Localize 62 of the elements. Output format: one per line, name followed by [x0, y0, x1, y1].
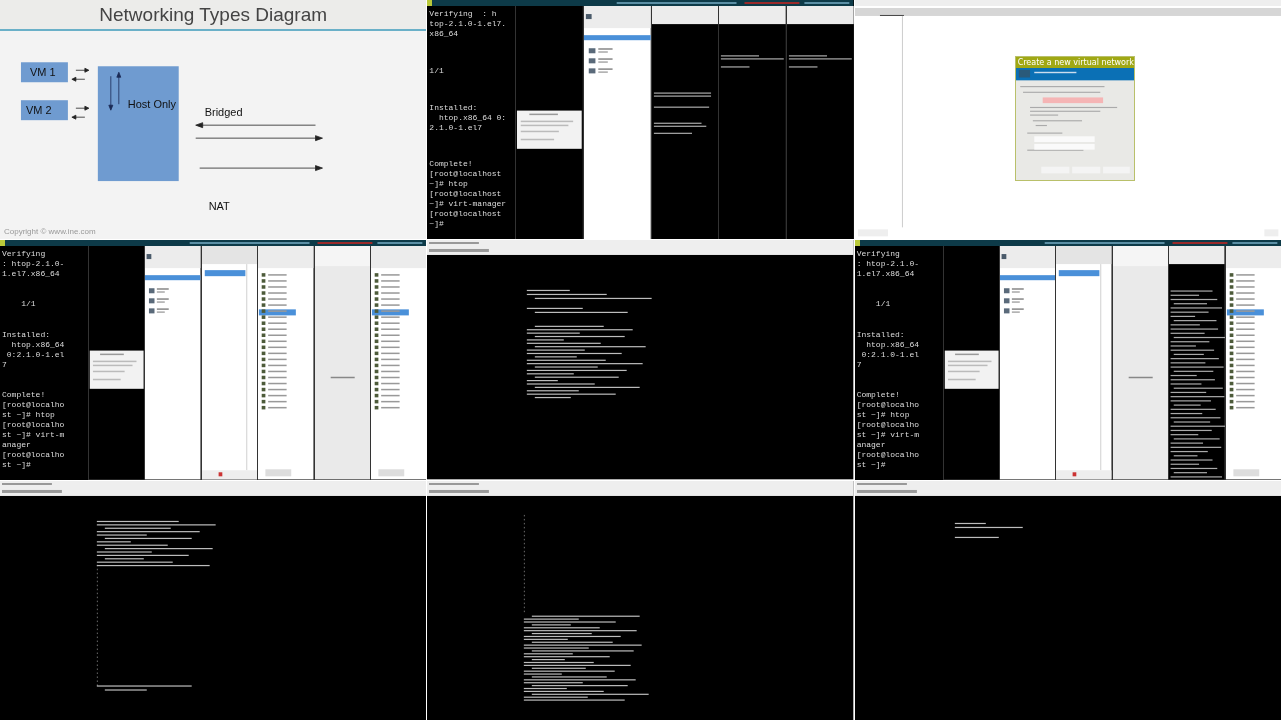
terminal-line: [root@localho [2, 449, 65, 460]
terminal-line: : htop-2.1.0- [2, 259, 65, 270]
copyright-text: Copyright © www.ine.com [3, 227, 96, 239]
terminal-line: 0:2.1.0-1.el [860, 349, 920, 360]
arrow [75, 105, 90, 111]
terminal-line: htop.x86_64 0: [437, 112, 507, 123]
terminal-line: Verifying [2, 249, 46, 260]
terminal-line: : htop-2.1.0- [856, 259, 920, 270]
terminal-line: Complete! [856, 389, 900, 400]
terminal-line: [root@localho [856, 419, 920, 430]
terminal-line: Verifying [856, 249, 900, 260]
terminal-line: x86_64 [429, 29, 459, 39]
terminal-line: st ~]# [856, 459, 886, 470]
terminal-line: 1.el7.x86_64 [856, 269, 915, 280]
vm-box [20, 100, 68, 121]
terminal-line: st ~]# htop [856, 409, 910, 420]
terminal-line: st ~]# htop [2, 409, 55, 420]
terminal-line: [root@localhost [429, 169, 502, 180]
terminal-line: htop.x86_64 [10, 339, 65, 350]
terminal-line: ~]# [429, 219, 444, 230]
terminal-line: ~]# htop [429, 179, 468, 190]
terminal-line: 1/1 [874, 299, 891, 310]
terminal-line: Installed: [2, 329, 50, 340]
terminal-line: 7 [2, 359, 7, 370]
terminal-line: [root@localho [2, 419, 65, 430]
arrow [116, 71, 122, 105]
vm-box [20, 62, 68, 83]
terminal-line: 1/1 [429, 65, 444, 76]
dialog-title: Create a new virtual network [1015, 57, 1134, 68]
terminal-line: Installed: [856, 329, 905, 340]
diagram-label: VM 1 [29, 66, 56, 79]
terminal-line: [root@localho [856, 399, 920, 410]
arrow [108, 75, 114, 111]
terminal-line: 2.1.0-1.el7 [429, 122, 483, 133]
terminal-line: 1/1 [20, 299, 36, 310]
diagram-label: NAT [208, 200, 230, 213]
terminal-line: st ~]# [2, 459, 31, 470]
terminal-line: htop.x86_64 [865, 339, 920, 350]
terminal-line: [root@localhost [429, 209, 502, 220]
slide-title: Networking Types Diagram [0, 0, 427, 31]
diagram-label: Host Only [127, 98, 176, 111]
arrow [71, 76, 86, 82]
terminal-line: Complete! [2, 389, 46, 400]
terminal-line: st ~]# virt-m [2, 429, 65, 440]
terminal-line: [root@localho [2, 399, 65, 410]
terminal-line: ~]# virt-manager [429, 199, 507, 210]
terminal-line: Complete! [429, 159, 473, 170]
terminal-line: [root@localho [856, 449, 920, 460]
terminal-line: Installed: [429, 102, 478, 113]
arrow [75, 67, 90, 73]
terminal-line: 7 [856, 359, 862, 370]
diagram-label: Bridged [204, 106, 243, 119]
terminal-line: top-2.1.0-1.el7. [429, 19, 507, 29]
terminal-line: 0:2.1.0-1.el [5, 349, 65, 360]
terminal-line: Verifying : h [429, 9, 497, 19]
terminal-line: anager [2, 439, 31, 450]
terminal-line: st ~]# virt-m [856, 429, 920, 440]
arrow [71, 114, 86, 120]
terminal-line: [root@localhost [429, 189, 502, 200]
diagram-label: VM 2 [25, 104, 52, 117]
terminal-line: anager [856, 439, 886, 450]
terminal-line: 1.el7.x86_64 [2, 269, 60, 280]
